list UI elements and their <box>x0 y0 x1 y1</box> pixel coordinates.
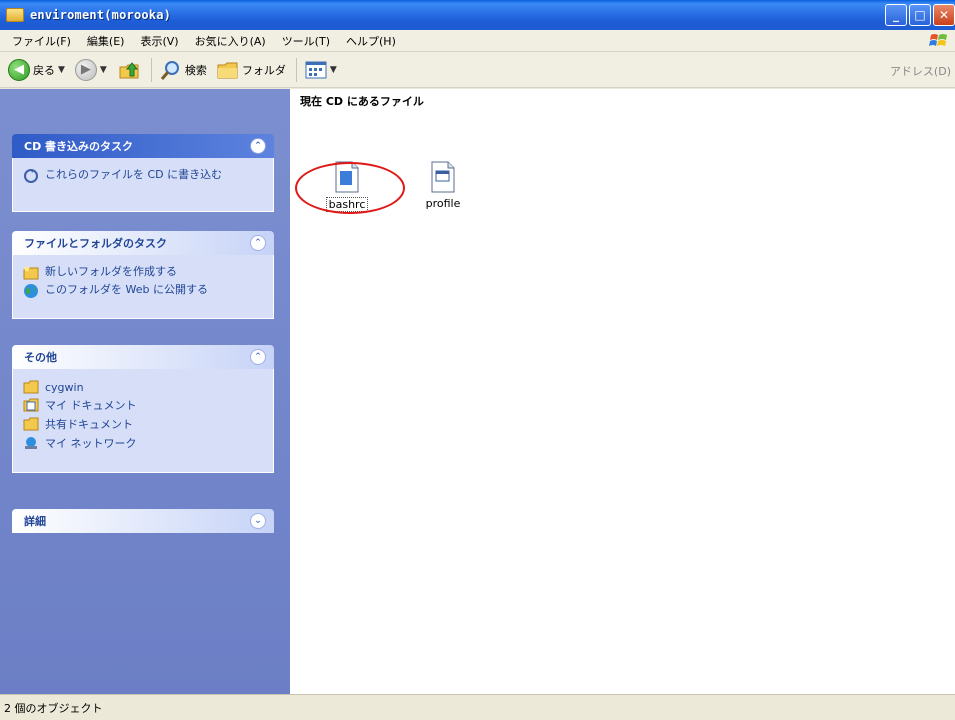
network-icon <box>25 437 37 449</box>
cd-tasks-panel: CD 書き込みのタスク ⌃ これらのファイルを CD に書き込む <box>12 134 274 212</box>
details-header[interactable]: 詳細 ⌄ <box>12 509 274 533</box>
folder-icon <box>23 380 39 394</box>
search-label: 検索 <box>184 63 207 77</box>
task-publish-web-label: このフォルダを Web に公開する <box>45 283 208 296</box>
maximize-button[interactable]: □ <box>909 4 931 26</box>
back-arrow-icon: ◀ <box>8 58 30 81</box>
annotation-circle <box>295 162 405 214</box>
other-places-header[interactable]: その他 ⌃ <box>12 345 274 369</box>
other-places-title: その他 <box>24 351 57 364</box>
menu-edit[interactable]: 編集(E) <box>79 33 133 49</box>
task-burn-to-cd[interactable]: これらのファイルを CD に書き込む <box>23 168 263 184</box>
group-title: 現在 CD にあるファイル <box>300 95 424 108</box>
menu-bar: ファイル(F) 編集(E) 表示(V) お気に入り(A) ツール(T) ヘルプ(… <box>0 30 955 52</box>
file-icon <box>431 161 455 193</box>
window-controls: _ □ ✕ <box>885 4 955 26</box>
menu-tools[interactable]: ツール(T) <box>274 33 338 49</box>
details-title: 詳細 <box>24 515 46 528</box>
search-icon <box>160 60 179 80</box>
menu-favorites[interactable]: お気に入り(A) <box>187 33 274 49</box>
place-my-network[interactable]: マイ ネットワーク <box>23 435 263 451</box>
file-item-profile[interactable]: profile <box>408 161 478 210</box>
folders-icon <box>217 62 238 78</box>
close-button[interactable]: ✕ <box>933 4 955 26</box>
expand-icon[interactable]: ⌄ <box>250 513 266 529</box>
views-button[interactable]: ▼ <box>301 56 341 84</box>
place-cygwin[interactable]: cygwin <box>23 380 263 394</box>
views-icon <box>305 61 327 78</box>
back-label: 戻る <box>33 63 55 77</box>
task-publish-web[interactable]: このフォルダを Web に公開する <box>23 283 263 299</box>
dropdown-arrow-icon: ▼ <box>99 64 107 75</box>
toolbar-separator <box>150 57 152 82</box>
details-panel: 詳細 ⌄ <box>12 509 274 533</box>
menu-file[interactable]: ファイル(F) <box>4 33 79 49</box>
up-folder-button[interactable] <box>113 56 145 84</box>
up-folder-icon <box>119 61 139 78</box>
cd-burn-icon <box>24 169 38 183</box>
search-button[interactable]: 検索 <box>156 56 211 84</box>
task-new-folder[interactable]: 新しいフォルダを作成する <box>23 265 263 281</box>
place-my-documents[interactable]: マイ ドキュメント <box>23 397 263 413</box>
file-tasks-title: ファイルとフォルダのタスク <box>24 237 167 250</box>
other-places-panel: その他 ⌃ cygwin マイ ドキュメント 共有ドキュメント マイ ネットワー… <box>12 345 274 473</box>
back-button[interactable]: ◀ 戻る ▼ <box>4 56 69 84</box>
cd-tasks-body: これらのファイルを CD に書き込む <box>12 158 274 212</box>
forward-button[interactable]: ▶ ▼ <box>71 56 111 84</box>
task-pane: CD 書き込みのタスク ⌃ これらのファイルを CD に書き込む ファイルとフォ… <box>0 89 290 694</box>
address-label[interactable]: アドレス(D) <box>890 63 951 79</box>
status-text: 2 個のオブジェクト <box>4 701 103 715</box>
shared-folder-icon <box>23 417 39 431</box>
place-shared-documents-label: 共有ドキュメント <box>45 418 133 431</box>
folders-button[interactable]: フォルダ <box>213 56 290 84</box>
file-tasks-body: 新しいフォルダを作成する このフォルダを Web に公開する <box>12 255 274 319</box>
file-name: profile <box>425 197 461 210</box>
folder-icon <box>6 8 24 22</box>
menu-help[interactable]: ヘルプ(H) <box>338 33 404 49</box>
cd-tasks-header[interactable]: CD 書き込みのタスク ⌃ <box>12 134 274 158</box>
task-new-folder-label: 新しいフォルダを作成する <box>45 265 177 278</box>
toolbar: ◀ 戻る ▼ ▶ ▼ 検索 フォルダ ▼ アドレス(D) <box>0 52 955 88</box>
window-title: enviroment(morooka) <box>30 8 172 22</box>
my-documents-icon <box>23 398 39 412</box>
dropdown-arrow-icon: ▼ <box>329 64 337 75</box>
forward-arrow-icon: ▶ <box>74 58 97 81</box>
explorer-window: enviroment(morooka) _ □ ✕ ファイル(F) 編集(E) … <box>0 0 955 720</box>
collapse-icon[interactable]: ⌃ <box>250 349 266 365</box>
place-my-network-label: マイ ネットワーク <box>45 437 137 450</box>
cd-tasks-title: CD 書き込みのタスク <box>24 140 134 153</box>
place-shared-documents[interactable]: 共有ドキュメント <box>23 416 263 432</box>
globe-icon <box>24 284 38 298</box>
other-places-body: cygwin マイ ドキュメント 共有ドキュメント マイ ネットワーク <box>12 369 274 473</box>
new-folder-icon <box>23 266 39 280</box>
collapse-icon[interactable]: ⌃ <box>250 235 266 251</box>
place-my-documents-label: マイ ドキュメント <box>45 399 137 412</box>
windows-logo-icon <box>929 34 947 46</box>
file-list-area[interactable]: 現在 CD にあるファイル bashrc profile <box>290 89 955 694</box>
dropdown-arrow-icon: ▼ <box>58 64 65 75</box>
collapse-icon[interactable]: ⌃ <box>250 138 266 154</box>
toolbar-separator <box>295 57 297 82</box>
title-bar[interactable]: enviroment(morooka) _ □ ✕ <box>0 0 955 30</box>
place-cygwin-label: cygwin <box>45 380 84 394</box>
file-tasks-header[interactable]: ファイルとフォルダのタスク ⌃ <box>12 231 274 255</box>
menu-view[interactable]: 表示(V) <box>132 33 186 49</box>
task-burn-label: これらのファイルを CD に書き込む <box>45 168 223 181</box>
status-bar: 2 個のオブジェクト <box>0 694 955 720</box>
file-tasks-panel: ファイルとフォルダのタスク ⌃ 新しいフォルダを作成する このフォルダを Web… <box>12 231 274 319</box>
minimize-button[interactable]: _ <box>885 4 907 26</box>
folders-label: フォルダ <box>241 63 286 77</box>
